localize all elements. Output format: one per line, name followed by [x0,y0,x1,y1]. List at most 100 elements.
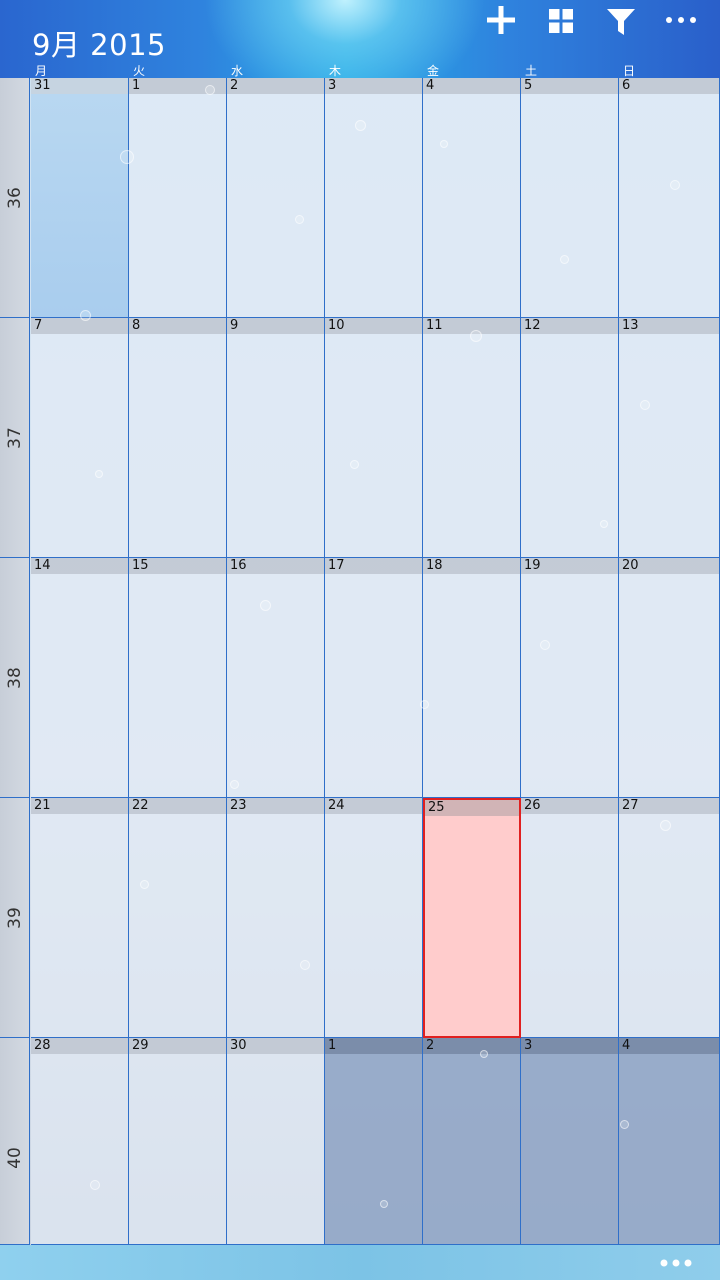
appbar-more-button[interactable] [658,1255,694,1271]
day-cell[interactable]: 1 [129,78,227,318]
week-number-column: 36 37 38 39 40 [0,78,31,1245]
day-number: 27 [619,798,719,814]
add-button[interactable] [479,4,523,44]
day-number: 19 [521,558,618,574]
weekday-label: 月 [35,64,48,78]
day-number: 24 [325,798,422,814]
week-number-label: 36 [5,187,25,209]
day-cell[interactable]: 4 [423,78,521,318]
week-number-label: 39 [5,907,25,929]
day-number: 7 [31,318,128,334]
day-number: 1 [129,78,226,94]
day-number: 11 [423,318,520,334]
filter-icon [599,6,643,38]
day-cell[interactable]: 19 [521,558,619,798]
day-cell[interactable]: 12 [521,318,619,558]
day-cell[interactable]: 26 [521,798,619,1038]
day-cell[interactable]: 27 [619,798,720,1038]
week-number: 37 [0,318,30,558]
plus-icon [479,4,523,36]
day-cell[interactable]: 3 [325,78,423,318]
day-number: 3 [325,78,422,94]
day-number: 26 [521,798,618,814]
day-cell-today[interactable]: 25 [423,798,521,1038]
day-number: 1 [325,1038,422,1054]
day-cell[interactable]: 17 [325,558,423,798]
day-cell[interactable]: 21 [31,798,129,1038]
day-cell[interactable]: 11 [423,318,521,558]
weekday-label: 土 [525,64,538,78]
week-number: 40 [0,1038,30,1245]
day-number: 30 [227,1038,324,1054]
day-number: 25 [425,800,519,816]
filter-button[interactable] [599,4,643,44]
day-number: 15 [129,558,226,574]
day-cell[interactable]: 20 [619,558,720,798]
day-number: 2 [227,78,324,94]
header-bar: 9月 2015 月 火 水 木 金 土 日 [0,0,720,78]
day-cell[interactable]: 15 [129,558,227,798]
day-cell[interactable]: 1 [325,1038,423,1245]
day-number: 17 [325,558,422,574]
day-cell[interactable]: 5 [521,78,619,318]
day-number: 16 [227,558,324,574]
day-number: 22 [129,798,226,814]
view-button[interactable] [539,4,583,44]
day-cell[interactable]: 16 [227,558,325,798]
day-number: 29 [129,1038,226,1054]
day-number: 4 [619,1038,719,1054]
day-cell[interactable]: 2 [227,78,325,318]
day-number: 21 [31,798,128,814]
month-grid: 31 1 2 3 4 5 6 7 8 9 10 11 12 13 14 15 16 17 18 19 20 21 22 23 2… [31,78,720,1245]
week-number: 39 [0,798,30,1038]
day-cell[interactable]: 8 [129,318,227,558]
day-cell[interactable]: 24 [325,798,423,1038]
day-number: 23 [227,798,324,814]
day-number: 18 [423,558,520,574]
weekday-label: 日 [623,64,636,78]
day-number: 5 [521,78,618,94]
weekday-label: 金 [427,64,440,78]
day-cell[interactable]: 2 [423,1038,521,1245]
ellipsis-icon [659,4,703,36]
day-cell[interactable]: 22 [129,798,227,1038]
day-cell[interactable]: 3 [521,1038,619,1245]
day-number: 13 [619,318,719,334]
day-cell[interactable]: 9 [227,318,325,558]
day-number: 12 [521,318,618,334]
day-number: 31 [31,78,128,94]
day-cell[interactable]: 13 [619,318,720,558]
day-number: 8 [129,318,226,334]
day-cell[interactable]: 30 [227,1038,325,1245]
day-number: 28 [31,1038,128,1054]
month-title[interactable]: 9月 2015 [32,22,166,64]
day-cell[interactable]: 29 [129,1038,227,1245]
day-number: 3 [521,1038,618,1054]
week-number-label: 38 [5,667,25,689]
day-cell[interactable]: 31 [31,78,129,318]
weekday-label: 水 [231,64,244,78]
day-cell[interactable]: 28 [31,1038,129,1245]
day-cell[interactable]: 4 [619,1038,720,1245]
week-number-label: 40 [5,1147,25,1169]
day-cell[interactable]: 7 [31,318,129,558]
day-number: 9 [227,318,324,334]
day-cell[interactable]: 18 [423,558,521,798]
grid-icon [539,8,583,34]
more-button[interactable] [659,4,703,44]
day-cell[interactable]: 14 [31,558,129,798]
day-number: 20 [619,558,719,574]
app-bar [0,1245,720,1280]
day-number: 2 [423,1038,520,1054]
day-cell[interactable]: 10 [325,318,423,558]
day-cell[interactable]: 6 [619,78,720,318]
day-cell[interactable]: 23 [227,798,325,1038]
week-number-label: 37 [5,427,25,449]
day-number: 14 [31,558,128,574]
day-number: 10 [325,318,422,334]
week-number: 36 [0,78,30,318]
day-number: 6 [619,78,719,94]
day-number: 4 [423,78,520,94]
weekday-label: 火 [133,64,146,78]
weekday-label: 木 [329,64,342,78]
